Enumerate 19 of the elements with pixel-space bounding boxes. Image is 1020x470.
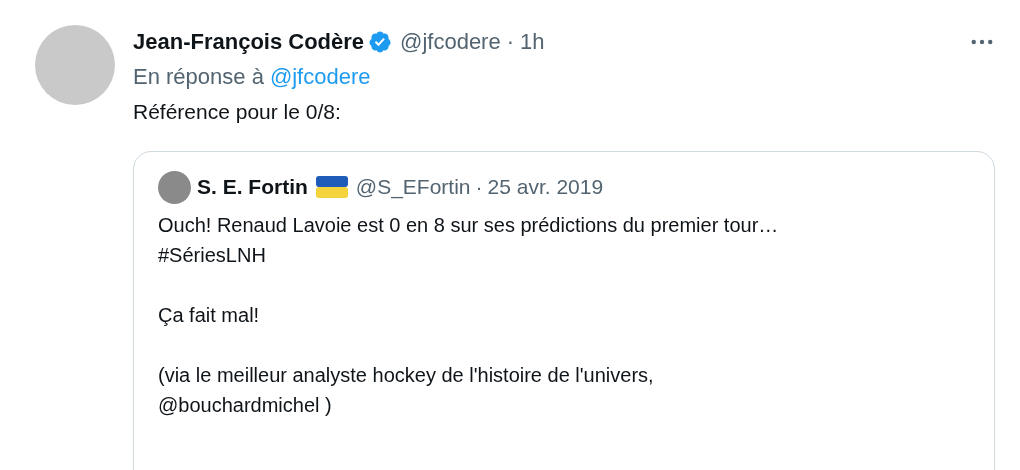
reply-label: En réponse à [133, 63, 264, 91]
flag-icon [315, 176, 348, 198]
quoted-author-handle: @S_EFortin [355, 174, 471, 201]
quoted-tweet-text: Ouch! Renaud Lavoie est 0 en 8 sur ses prédictions du premier tour… [158, 213, 780, 238]
separator-dot: · [506, 28, 514, 56]
quoted-tweet-text: @bouchardmichel ) [158, 393, 333, 418]
separator-dot: · [475, 174, 483, 201]
quoted-tweet-date: 25 avr. 2019 [487, 174, 604, 201]
quoted-tweet-text: Ça fait mal! [158, 303, 261, 328]
quoted-tweet-text: (via le meilleur analyste hockey de l'histoire de l'univers, [158, 363, 655, 388]
quoted-avatar-photo-placeholder [158, 170, 191, 204]
tweet-time[interactable]: 1h [520, 25, 545, 58]
quoted-tweet-card[interactable] [133, 151, 995, 470]
tweet-text: Référence pour le 0/8: [133, 99, 342, 125]
quoted-author-name: S. E. Fortin [197, 174, 308, 201]
quoted-tweet-text: #SériesLNH [158, 243, 267, 268]
more-options-icon[interactable] [971, 38, 993, 45]
author-name[interactable]: Jean-François Codère [133, 25, 365, 58]
author-handle[interactable]: @jfcodere [400, 25, 501, 58]
